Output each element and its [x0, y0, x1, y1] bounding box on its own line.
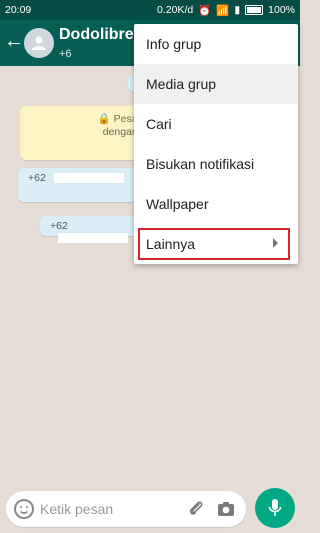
- group-avatar-glyph: [32, 36, 46, 50]
- network-speed: 0.20K/d: [157, 4, 194, 16]
- camera-icon[interactable]: [216, 499, 236, 519]
- menu-item-info-grup[interactable]: Info grup: [134, 24, 298, 64]
- emoji-icon[interactable]: [14, 499, 34, 519]
- menu-item-media-grup[interactable]: Media grup: [134, 64, 298, 104]
- overflow-menu: Info grup Media grup Cari Bisukan notifi…: [134, 24, 298, 264]
- wifi-icon: 📶: [216, 4, 230, 17]
- menu-item-lainnya[interactable]: Lainnya: [134, 224, 298, 264]
- signal-icon: ▮: [234, 4, 241, 16]
- lock-icon: 🔒: [97, 113, 111, 125]
- group-avatar-icon[interactable]: [24, 28, 54, 58]
- battery-level: 100%: [268, 4, 295, 16]
- group-name[interactable]: Dodolibret: [59, 26, 139, 44]
- message-input[interactable]: Ketik pesan: [6, 491, 246, 527]
- status-bar: 20:09 0.20K/d ⏰ 📶 ▮ 100%: [0, 0, 300, 20]
- message-sender: +62: [50, 220, 68, 232]
- mic-button[interactable]: [255, 488, 295, 528]
- group-subtitle: +6: [59, 48, 72, 60]
- menu-item-lainnya-label: Lainnya: [146, 236, 196, 252]
- arrow-left-icon[interactable]: ←: [4, 31, 24, 51]
- alarm-icon: ⏰: [198, 4, 212, 17]
- battery-icon: [245, 5, 264, 15]
- status-time: 20:09: [5, 4, 32, 16]
- status-indicators: 0.20K/d ⏰ 📶 ▮ 100%: [157, 4, 295, 17]
- paperclip-icon[interactable]: [186, 499, 206, 519]
- menu-item-wallpaper[interactable]: Wallpaper: [134, 184, 298, 224]
- chevron-right-icon: [273, 238, 278, 248]
- message-placeholder: Ketik pesan: [40, 501, 114, 517]
- menu-item-bisukan-notifikasi[interactable]: Bisukan notifikasi: [134, 144, 298, 184]
- compose-bar: Ketik pesan: [0, 486, 300, 533]
- microphone-icon: [268, 499, 282, 516]
- message-bubble[interactable]: +62: [40, 216, 140, 244]
- menu-item-cari[interactable]: Cari: [134, 104, 298, 144]
